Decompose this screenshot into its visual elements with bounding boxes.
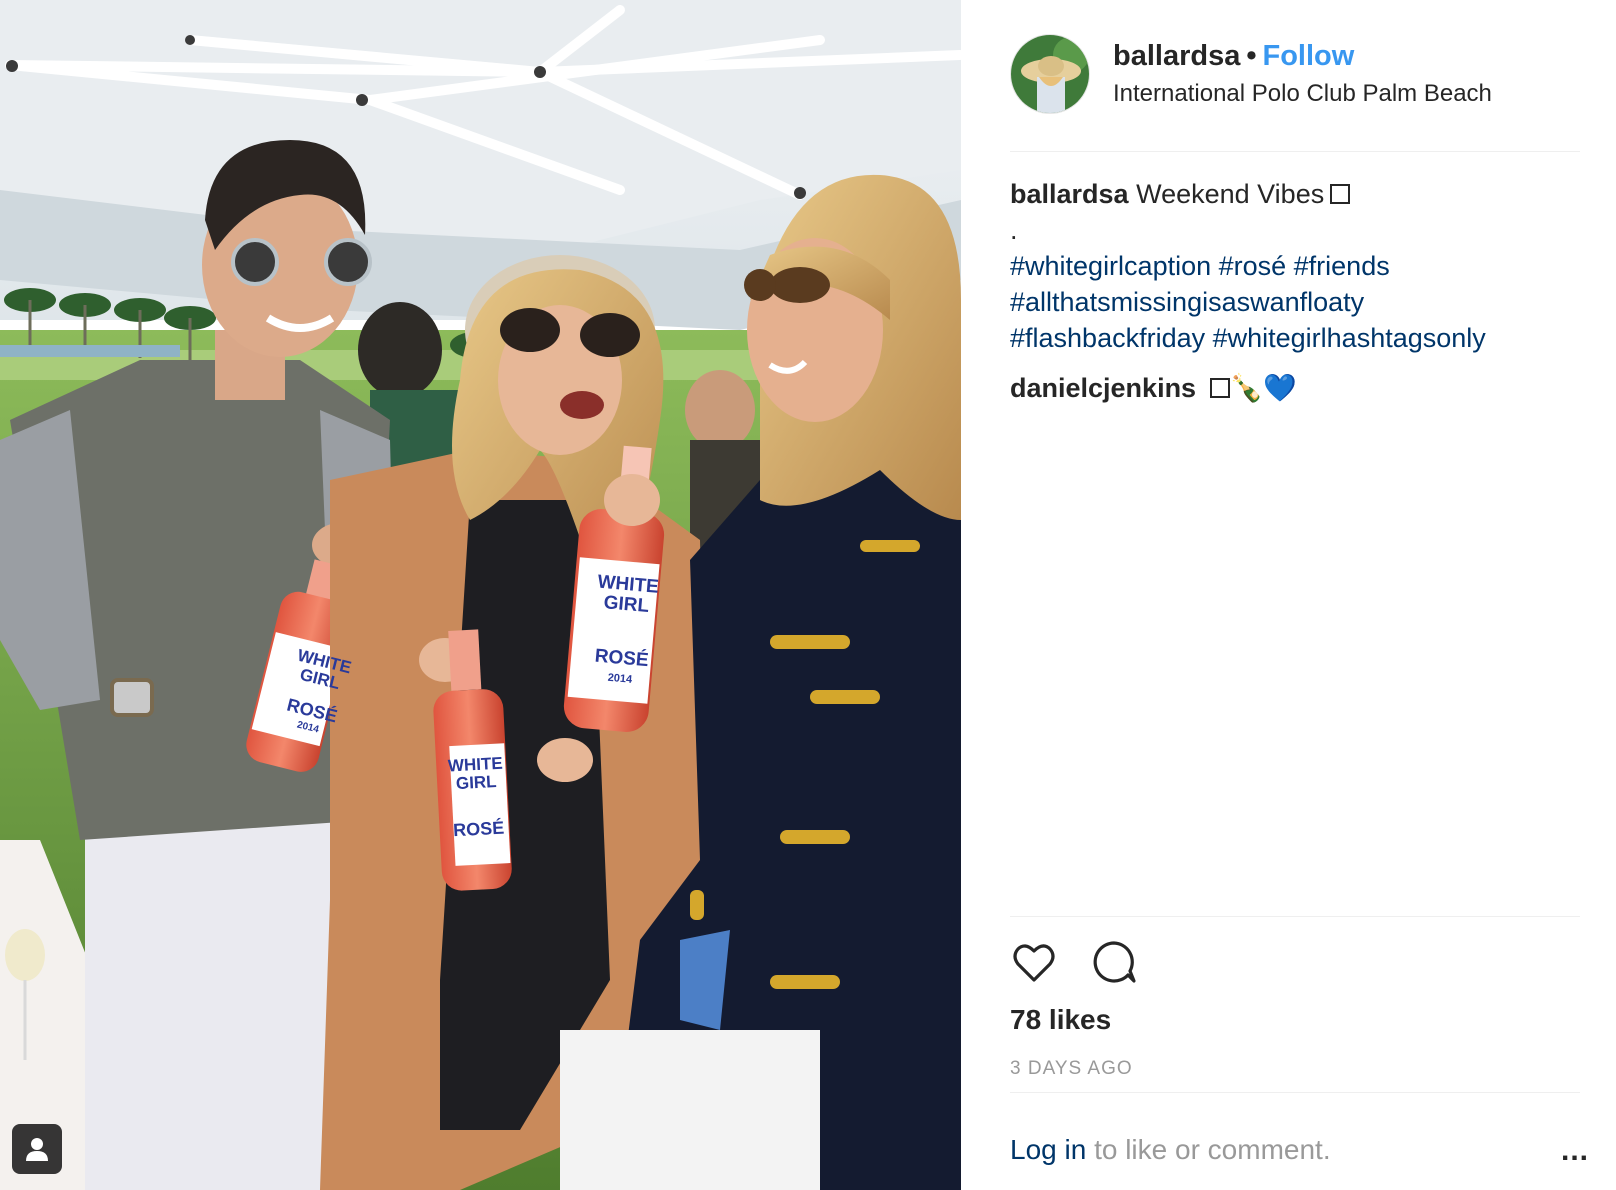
bottle-label-right: WHITE GIRL ROSÉ 2014: [580, 572, 668, 692]
bottle-label-rose: ROSÉ: [452, 817, 505, 841]
comment-item: danielcjenkins 🍾💙: [1010, 372, 1297, 404]
bottle-label-center: WHITE GIRL ROSÉ: [446, 754, 508, 841]
user-tag-button[interactable]: [12, 1124, 62, 1174]
caption-dot-line: .: [1010, 215, 1018, 245]
avatar-image: [1011, 35, 1089, 113]
login-suffix: to like or comment.: [1086, 1134, 1331, 1165]
hashtags-line-1[interactable]: #whitegirlcaption #rosé #friends: [1010, 248, 1580, 284]
comment-username[interactable]: danielcjenkins: [1010, 373, 1196, 403]
post-caption: ballardsa Weekend Vibes . #whitegirlcapt…: [1010, 176, 1580, 356]
post-header: ballardsa • Follow International Polo Club…: [1010, 34, 1580, 114]
like-button[interactable]: [1010, 938, 1058, 986]
separator-dot: •: [1246, 40, 1257, 72]
more-options-icon: ...: [1561, 1134, 1590, 1167]
heart-icon: [1013, 944, 1055, 982]
comment-button[interactable]: [1090, 938, 1138, 986]
post-timestamp[interactable]: 3 DAYS AGO: [1010, 1058, 1133, 1080]
follow-button[interactable]: Follow: [1263, 40, 1355, 72]
more-options-button[interactable]: ...: [1561, 1134, 1589, 1168]
post-sidebar: ballardsa • Follow International Polo Club…: [961, 0, 1616, 1190]
avatar[interactable]: [1010, 34, 1090, 114]
comment-icon: [1093, 941, 1136, 983]
action-bar: [1010, 938, 1210, 986]
username-row: ballardsa • Follow: [1113, 40, 1354, 73]
login-prompt: Log in to like or comment.: [1010, 1134, 1331, 1166]
bottle-label-girl: GIRL: [455, 771, 498, 794]
location-link[interactable]: International Polo Club Palm Beach: [1113, 80, 1492, 108]
comment-emoji: 🍾💙: [1229, 373, 1297, 403]
hashtags-line-2[interactable]: #allthatsmissingisaswanfloaty: [1010, 284, 1580, 320]
missing-emoji-glyph: [1330, 184, 1351, 204]
likes-count[interactable]: 78 likes: [1010, 1004, 1111, 1036]
photo-illustration: [0, 0, 961, 1190]
caption-text: Weekend Vibes: [1136, 179, 1325, 209]
header-divider: [1010, 151, 1580, 152]
user-tag-icon: [26, 1138, 48, 1161]
hashtags-line-3[interactable]: #flashbackfriday #whitegirlhashtagsonly: [1010, 320, 1580, 356]
actions-divider: [1010, 916, 1580, 917]
missing-emoji-glyph: [1209, 378, 1230, 398]
footer-divider: [1010, 1092, 1580, 1093]
post-photo[interactable]: WHITE GIRL ROSÉ 2014 WHITE GIRL ROSÉ WHI…: [0, 0, 961, 1190]
login-link[interactable]: Log in: [1010, 1134, 1086, 1165]
caption-username[interactable]: ballardsa: [1010, 179, 1129, 209]
post-username[interactable]: ballardsa: [1113, 40, 1240, 72]
